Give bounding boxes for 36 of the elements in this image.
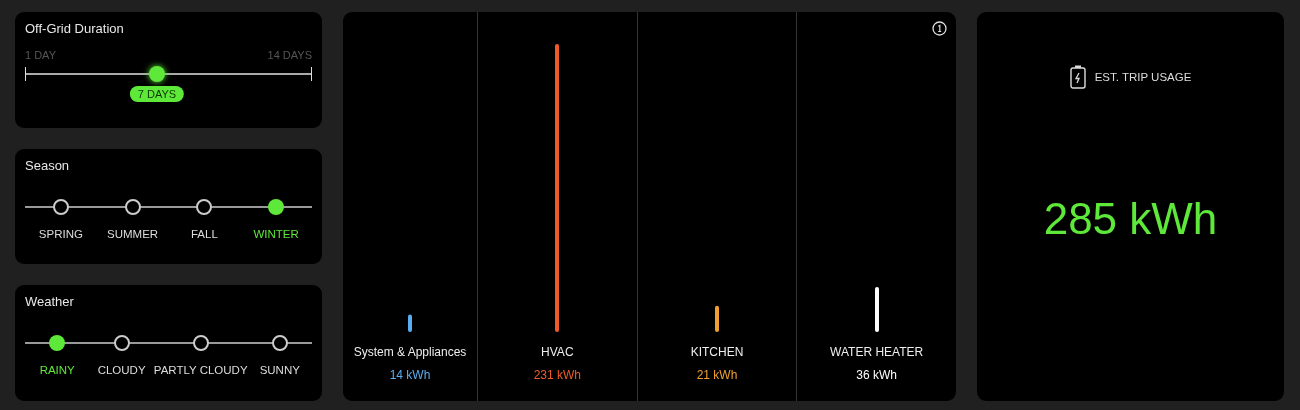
option-label: RAINY <box>39 364 75 377</box>
option-label: PARTLY CLOUDY <box>153 364 248 377</box>
radio-button[interactable] <box>268 198 285 215</box>
category-label: HVAC <box>541 345 574 359</box>
option-label: SPRING <box>38 227 83 240</box>
radio-button[interactable] <box>192 335 209 352</box>
usage-total: 285 kWh <box>1043 194 1218 244</box>
category-label: WATER HEATER <box>830 345 924 359</box>
card-title: Season <box>25 157 71 173</box>
radio-button[interactable] <box>271 335 288 352</box>
radio-button[interactable] <box>196 198 213 215</box>
slider-track[interactable] <box>25 67 312 81</box>
category-value: 36 kWh <box>856 368 897 382</box>
category-label: System & Appliances <box>353 345 467 359</box>
option-label: FALL <box>190 227 218 240</box>
category-label: KITCHEN <box>690 345 744 359</box>
category-value: 14 kWh <box>389 368 431 382</box>
category-value: 231 kWh <box>533 368 581 382</box>
value-pill: 7 DAYS <box>129 86 185 102</box>
radio-button[interactable] <box>113 335 130 352</box>
slider-thumb[interactable] <box>149 66 166 82</box>
option-label: SUMMER <box>107 227 159 240</box>
panel-title: EST. TRIP USAGE <box>1094 71 1192 83</box>
radio-button[interactable] <box>124 198 141 215</box>
card-title: Off-Grid Duration <box>25 21 125 36</box>
radio-button[interactable] <box>52 198 69 215</box>
battery-icon <box>1069 65 1086 89</box>
radio-button[interactable] <box>49 335 66 352</box>
min-label: 1 DAY <box>25 49 56 61</box>
option-label: CLOUDY <box>97 364 146 377</box>
category-value: 21 kWh <box>696 368 738 382</box>
option-label: WINTER <box>253 227 299 240</box>
info-icon[interactable] <box>932 21 947 36</box>
option-label: SUNNY <box>259 364 300 377</box>
card-title: Weather <box>25 294 75 310</box>
max-label: 14 DAYS <box>267 49 312 61</box>
